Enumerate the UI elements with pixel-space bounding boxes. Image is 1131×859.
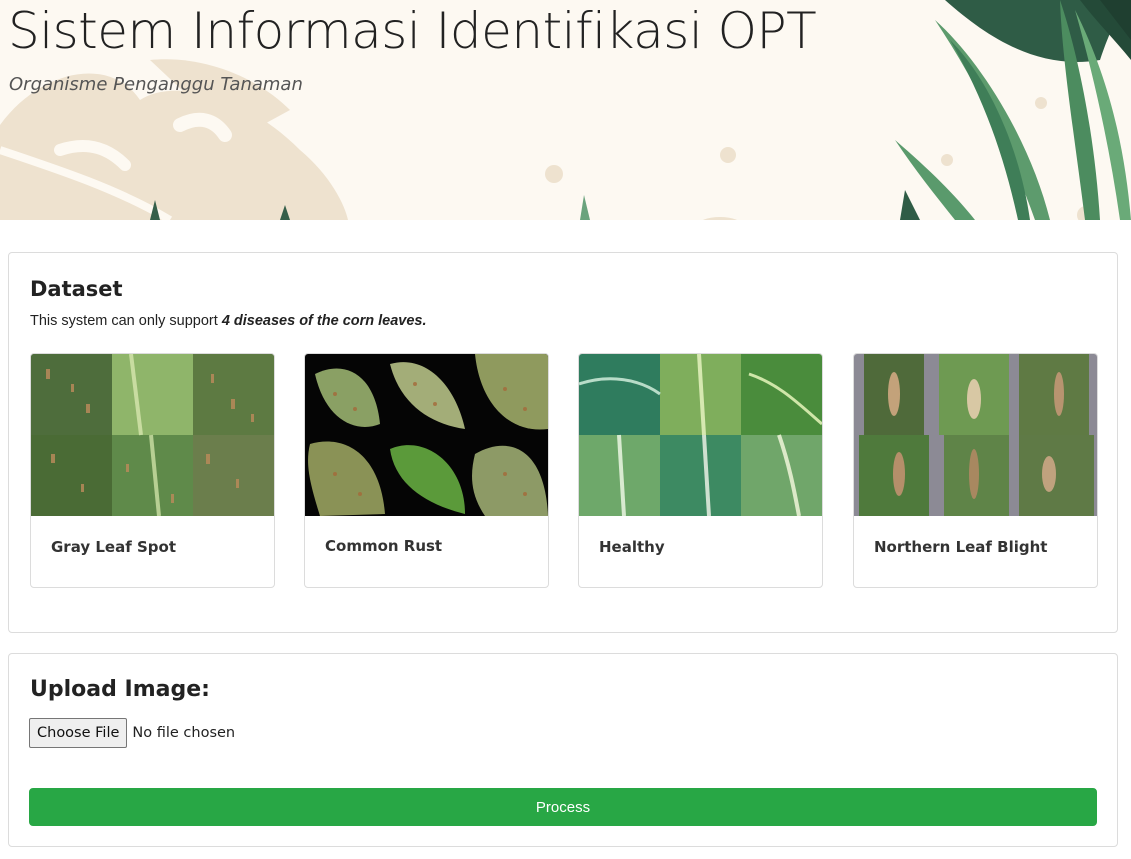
choose-file-button[interactable]: Choose File: [29, 718, 128, 748]
dataset-description-emphasis: 4 diseases of the corn leaves.: [221, 313, 427, 329]
disease-label: Gray Leaf Spot: [51, 538, 176, 556]
file-input: Choose File No file chosen: [29, 718, 235, 748]
healthy-image: [579, 354, 822, 516]
file-status-text: No file chosen: [132, 725, 236, 741]
dataset-card: Dataset This system can only support 4 d…: [8, 252, 1118, 633]
upload-card: Upload Image: Choose File No file chosen…: [8, 653, 1118, 847]
northern-leaf-blight-image: [854, 354, 1097, 516]
disease-card-northern-leaf-blight: Northern Leaf Blight: [853, 353, 1098, 588]
common-rust-image: [305, 354, 548, 516]
hero-banner: Sistem Informasi Identifikasi OPT Organi…: [0, 0, 1131, 220]
disease-card-gray-leaf-spot: Gray Leaf Spot: [30, 353, 275, 588]
dataset-heading: Dataset: [30, 277, 123, 301]
disease-label: Healthy: [599, 538, 665, 556]
disease-label: Common Rust: [325, 537, 443, 555]
page-title: Sistem Informasi Identifikasi OPT: [8, 2, 817, 60]
disease-card-common-rust: Common Rust: [304, 353, 549, 588]
dataset-description-prefix: This system can only support: [30, 313, 222, 329]
upload-heading: Upload Image:: [30, 677, 210, 702]
disease-card-healthy: Healthy: [578, 353, 823, 588]
gray-leaf-spot-image: [31, 354, 274, 516]
page-subtitle: Organisme Penganggu Tanaman: [9, 74, 303, 95]
disease-label: Northern Leaf Blight: [874, 538, 1048, 556]
dataset-description: This system can only support 4 diseases …: [30, 313, 427, 329]
process-button[interactable]: Process: [29, 788, 1097, 826]
